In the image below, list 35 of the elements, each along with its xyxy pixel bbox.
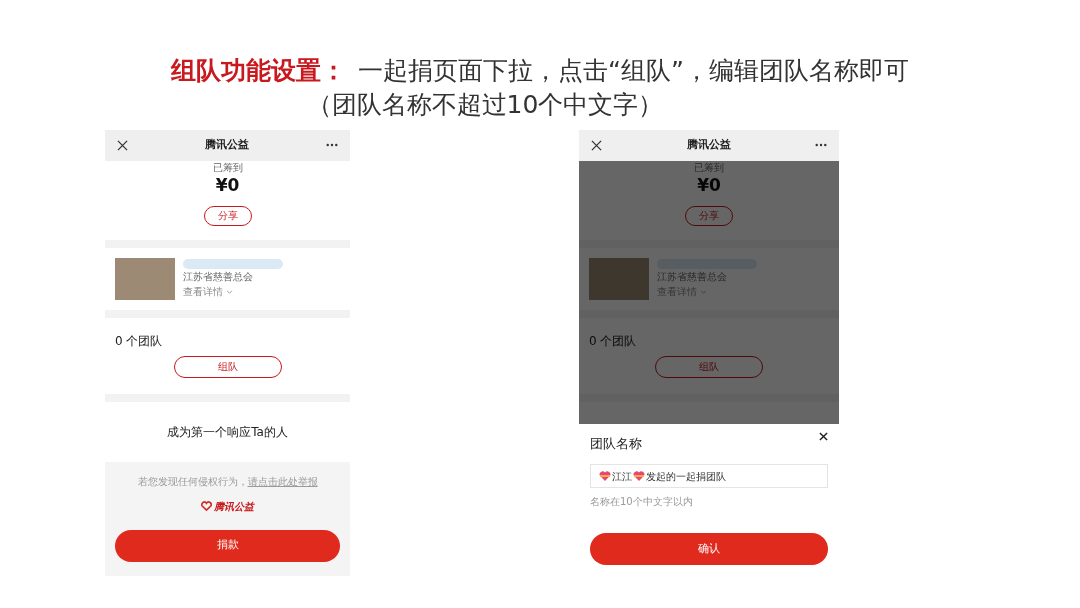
more-icon[interactable] (326, 143, 338, 147)
chevron-down-icon (226, 289, 233, 294)
photo-placeholder (115, 257, 175, 300)
heart-logo-icon (201, 501, 212, 511)
team-count: 0 个团队 (589, 332, 638, 350)
slide-note: （团队名称不超过10个中文字） (306, 89, 664, 120)
heart-icon (633, 470, 645, 482)
sheet-title: 团队名称 (590, 434, 642, 453)
raised-label: 已筹到 (212, 161, 243, 174)
field-text: 发起的一起捐团队 (646, 469, 726, 484)
close-icon[interactable] (591, 139, 602, 151)
app-title: 腾讯公益 (205, 136, 249, 153)
confirm-button[interactable]: 确认 (590, 533, 828, 565)
heart-icon (599, 470, 611, 482)
field-text: 江江 (612, 469, 632, 484)
more-icon[interactable] (815, 143, 827, 147)
organization-name: 江苏省慈善总会 (183, 269, 254, 284)
chevron-down-icon (700, 289, 707, 294)
app-title: 腾讯公益 (686, 136, 731, 153)
footer-logo: 腾讯公益 (214, 499, 254, 514)
first-responder-text: 成为第一个响应Ta的人 (167, 423, 288, 441)
close-icon[interactable] (819, 431, 828, 441)
raised-amount: ¥0 (697, 173, 721, 196)
photo-placeholder (589, 257, 649, 300)
slide-instruction: 一起捐页面下拉，点击“组队”，编辑团队名称即可 (358, 55, 909, 87)
donate-button[interactable]: 捐款 (115, 529, 340, 562)
close-icon[interactable] (117, 139, 128, 151)
raised-amount: ¥0 (215, 173, 240, 196)
team-name-field[interactable]: 江江 发起的一起捐团队 (590, 464, 828, 488)
slide-heading: 组队功能设置： (171, 55, 347, 87)
report-link[interactable]: 请点击此处举报 (247, 475, 318, 487)
report-notice: 若您发现任何侵权行为，请点击此处举报 (137, 474, 318, 489)
details-link[interactable]: 查看详情 (183, 284, 283, 299)
team-count: 0 个团队 (115, 332, 164, 350)
name-hint: 名称在10个中文字以内 (590, 495, 694, 509)
